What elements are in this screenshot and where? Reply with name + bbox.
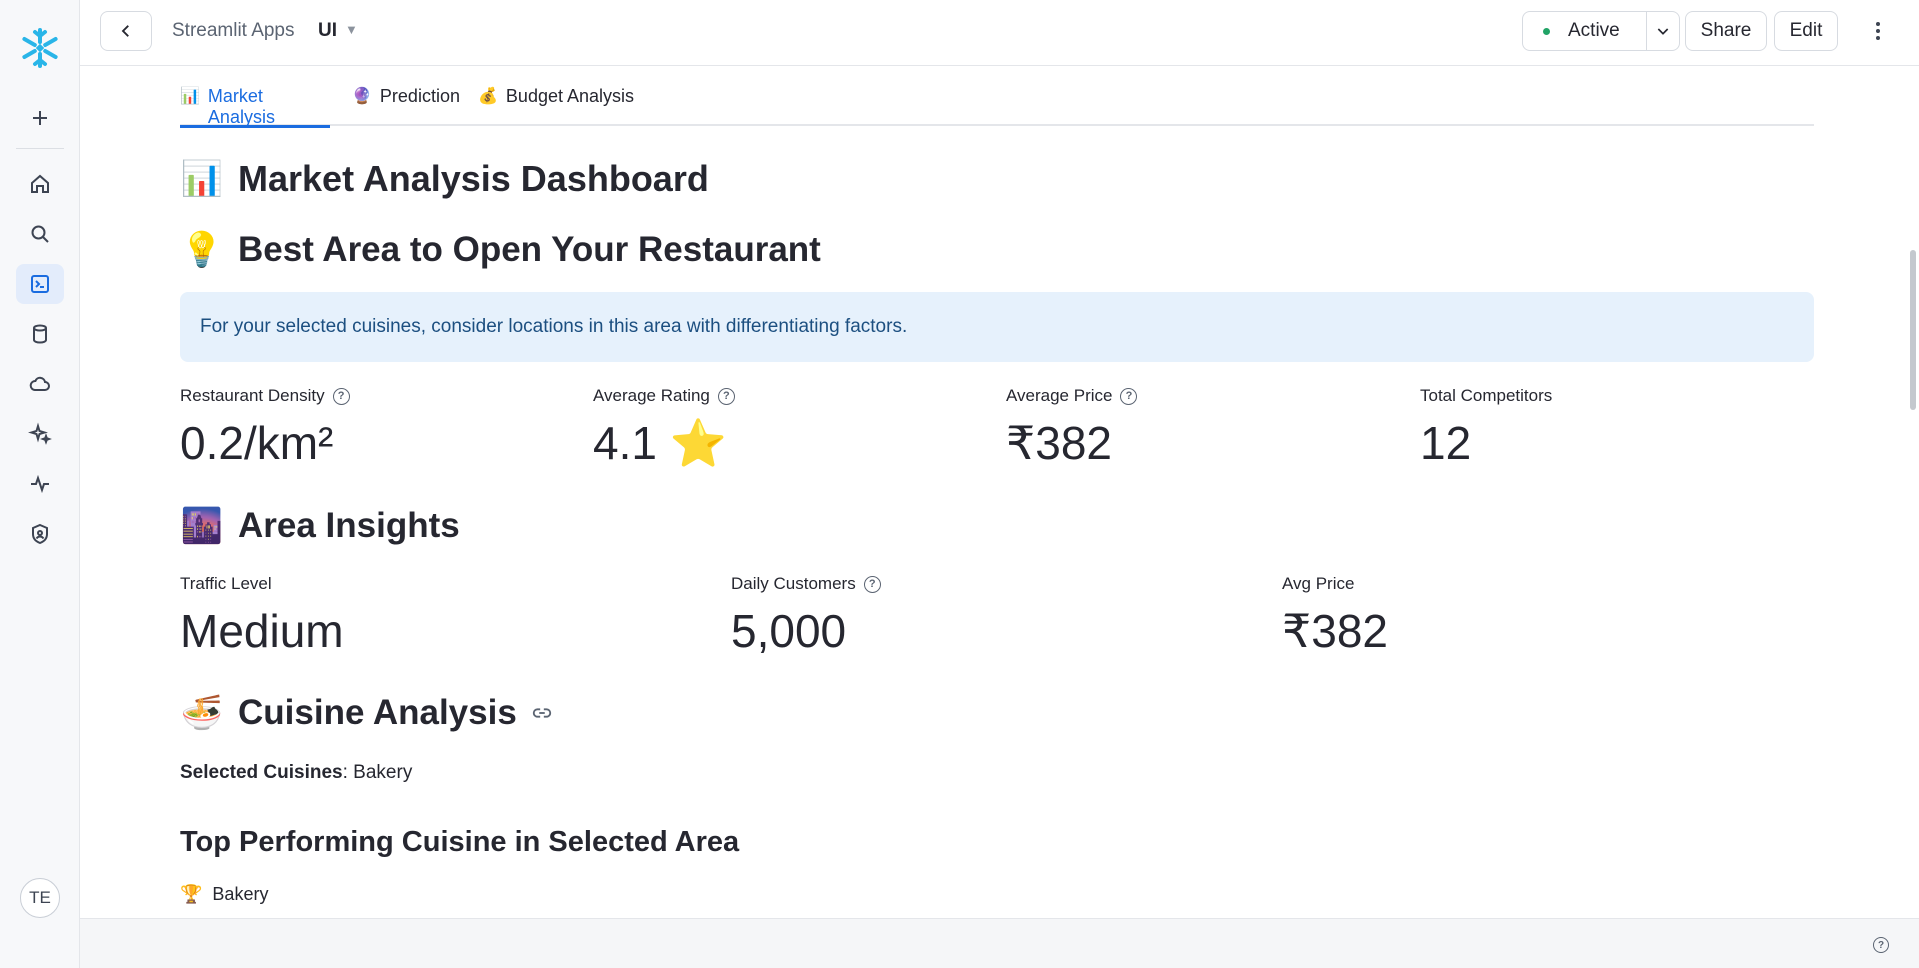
more-options-icon[interactable] bbox=[1858, 11, 1898, 51]
status-dropdown-button[interactable] bbox=[1647, 12, 1679, 50]
home-icon[interactable] bbox=[16, 164, 64, 204]
footer-bar: ? bbox=[80, 918, 1919, 968]
help-icon[interactable]: ? bbox=[332, 387, 350, 405]
selected-cuisines: Selected Cuisines: Bakery bbox=[180, 762, 412, 784]
chart-icon: 📊 bbox=[180, 88, 200, 105]
status-dot-icon bbox=[1543, 27, 1550, 35]
cuisine-analysis-heading: 🍜 Cuisine Analysis bbox=[180, 693, 553, 733]
metric-value: ₹382 bbox=[1006, 417, 1113, 469]
top-cuisine-heading: Top Performing Cuisine in Selected Area bbox=[180, 826, 740, 858]
breadcrumb[interactable]: Streamlit Apps bbox=[172, 20, 295, 42]
page-title-text: Market Analysis Dashboard bbox=[238, 158, 709, 199]
metric-label: Restaurant Density bbox=[180, 386, 325, 405]
sparkle-icon[interactable] bbox=[16, 414, 64, 454]
cloud-icon[interactable] bbox=[16, 364, 64, 404]
chevron-down-icon bbox=[1657, 28, 1669, 35]
snowflake-logo-icon[interactable] bbox=[18, 26, 62, 70]
metric-label: Average Rating bbox=[593, 386, 710, 405]
tab-bar: 📊 Market Analysis 🔮 Prediction 💰 Budget … bbox=[180, 66, 1814, 128]
best-area-title: Best Area to Open Your Restaurant bbox=[238, 230, 821, 269]
trophy-icon: 🏆 bbox=[180, 884, 203, 904]
link-icon[interactable] bbox=[531, 702, 553, 724]
app-name[interactable]: UI bbox=[318, 20, 337, 42]
scrollbar[interactable] bbox=[1910, 250, 1916, 410]
cuisine-analysis-title: Cuisine Analysis bbox=[238, 693, 517, 732]
tab-label: Market Analysis bbox=[207, 86, 275, 127]
money-bag-icon: 💰 bbox=[478, 88, 498, 105]
tab-prediction[interactable]: 🔮 Prediction bbox=[352, 86, 460, 126]
back-button[interactable] bbox=[100, 11, 152, 51]
metric-value: Medium bbox=[180, 605, 344, 657]
metric-average-price: Average Price? ₹382 bbox=[1006, 386, 1138, 470]
metric-value: 4.1 ⭐ bbox=[593, 417, 728, 469]
metric-restaurant-density: Restaurant Density? 0.2/km² bbox=[180, 386, 350, 470]
noodle-bowl-icon: 🍜 bbox=[180, 694, 224, 732]
metric-value: ₹382 bbox=[1282, 605, 1389, 657]
share-button[interactable]: Share bbox=[1685, 11, 1767, 51]
tab-market-analysis[interactable]: 📊 Market Analysis bbox=[180, 86, 330, 128]
help-icon[interactable]: ? bbox=[1873, 937, 1889, 953]
edit-button[interactable]: Edit bbox=[1774, 11, 1838, 51]
area-insights-heading: 🌆 Area Insights bbox=[180, 506, 460, 546]
selected-cuisines-label: Selected Cuisines bbox=[180, 762, 343, 783]
left-rail: TE bbox=[0, 0, 80, 968]
main-content: 📊 Market Analysis 🔮 Prediction 💰 Budget … bbox=[180, 66, 1814, 918]
metric-daily-customers: Daily Customers? 5,000 bbox=[731, 574, 881, 658]
area-insights-title: Area Insights bbox=[238, 506, 460, 545]
city-night-icon: 🌆 bbox=[180, 507, 224, 545]
metric-label: Average Price bbox=[1006, 386, 1113, 405]
info-alert: For your selected cuisines, consider loc… bbox=[180, 292, 1814, 362]
plus-icon[interactable] bbox=[16, 98, 64, 138]
rail-divider bbox=[16, 148, 64, 149]
tab-label: Prediction bbox=[379, 86, 460, 106]
activity-icon[interactable] bbox=[16, 464, 64, 504]
crystal-ball-icon: 🔮 bbox=[352, 88, 372, 105]
metric-label: Daily Customers bbox=[731, 574, 856, 593]
shield-user-icon[interactable] bbox=[16, 514, 64, 554]
top-bar: Streamlit Apps UI ▼ Active Share Edit bbox=[80, 0, 1919, 66]
tab-budget-analysis[interactable]: 💰 Budget Analysis bbox=[478, 86, 634, 126]
tab-label: Budget Analysis bbox=[505, 86, 635, 106]
search-icon[interactable] bbox=[16, 214, 64, 254]
chart-icon: 📊 bbox=[180, 160, 224, 198]
metric-average-rating: Average Rating? 4.1 ⭐ bbox=[593, 386, 735, 471]
help-icon[interactable]: ? bbox=[717, 387, 735, 405]
help-icon[interactable]: ? bbox=[863, 575, 881, 593]
status-label: Active bbox=[1568, 20, 1620, 41]
metric-label: Avg Price bbox=[1282, 574, 1355, 593]
status-control: Active bbox=[1522, 11, 1680, 51]
page-title: 📊 Market Analysis Dashboard bbox=[180, 158, 709, 200]
help-icon[interactable]: ? bbox=[1120, 387, 1138, 405]
metric-value: 0.2/km² bbox=[180, 417, 334, 469]
metric-avg-price: Avg Price ₹382 bbox=[1282, 574, 1388, 658]
best-area-heading: 💡 Best Area to Open Your Restaurant bbox=[180, 230, 821, 270]
terminal-icon[interactable] bbox=[16, 264, 64, 304]
metric-label: Traffic Level bbox=[180, 574, 272, 593]
avatar[interactable]: TE bbox=[20, 878, 60, 918]
selected-cuisines-value: : Bakery bbox=[342, 762, 413, 783]
top-cuisine-name: Bakery bbox=[212, 884, 269, 904]
metric-label: Total Competitors bbox=[1420, 386, 1553, 405]
chevron-left-icon bbox=[121, 25, 129, 37]
metric-traffic-level: Traffic Level Medium bbox=[180, 574, 344, 658]
light-bulb-icon: 💡 bbox=[180, 231, 224, 269]
status-button[interactable]: Active bbox=[1523, 12, 1647, 50]
metric-value: 5,000 bbox=[731, 605, 847, 657]
caret-down-icon[interactable]: ▼ bbox=[345, 22, 358, 37]
top-cuisine-item: 🏆 Bakery bbox=[180, 884, 268, 905]
database-icon[interactable] bbox=[16, 314, 64, 354]
metric-value: 12 bbox=[1420, 417, 1472, 469]
metric-total-competitors: Total Competitors 12 bbox=[1420, 386, 1552, 470]
